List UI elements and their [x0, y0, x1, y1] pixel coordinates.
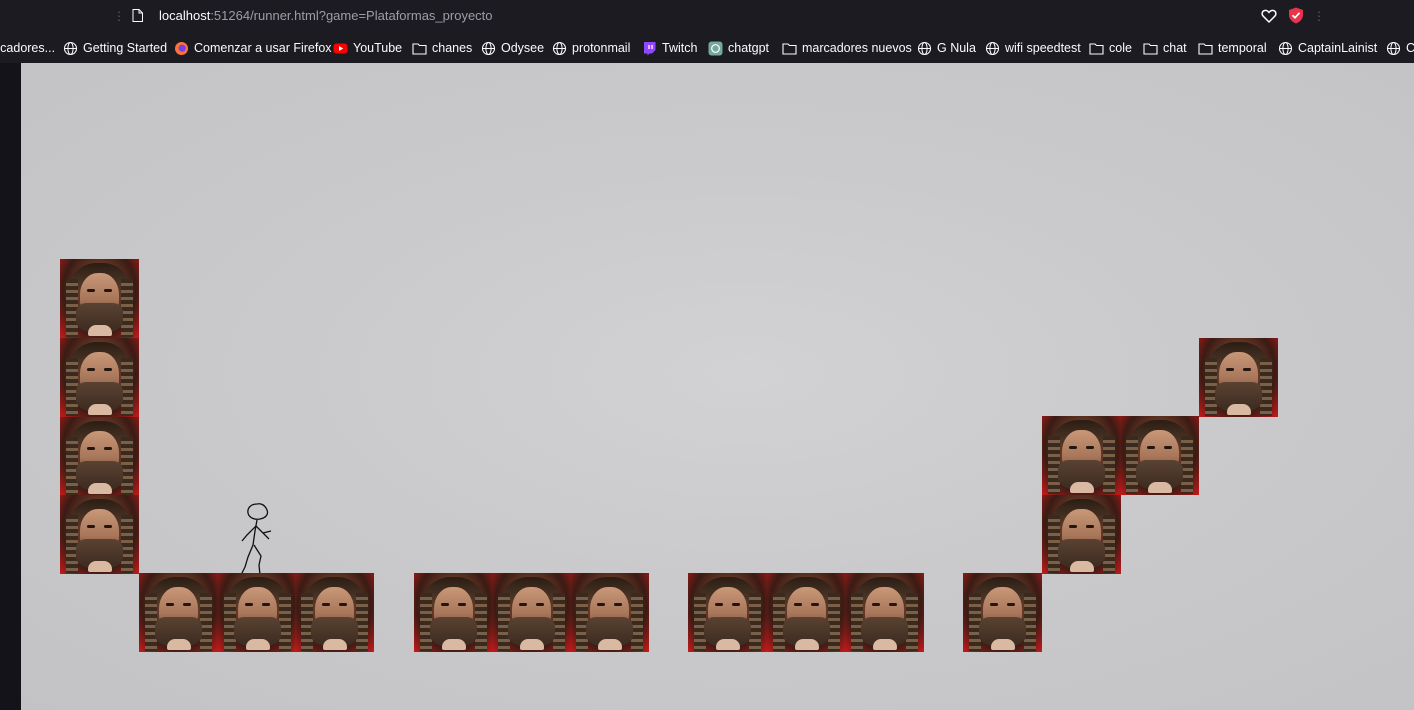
bookmarks-toolbar: rcadores... Getting Started Comenzar a usa… [0, 37, 1414, 59]
url-text[interactable]: localhost:51264/runner.html?game=Platafo… [159, 7, 493, 25]
bookmark-label: rcadores... [0, 41, 56, 55]
bookmark-label: Getting Started [83, 41, 168, 55]
bookmark-temporal[interactable]: temporal [1198, 37, 1267, 59]
bookmark-label: chanes [432, 41, 473, 55]
globe-icon [985, 41, 1000, 56]
globe-icon [63, 41, 78, 56]
more-icon[interactable]: ⋮ [1313, 8, 1325, 24]
platform-tile [414, 573, 493, 652]
url-path: :51264/runner.html?game=Plataformas_proy… [210, 8, 493, 23]
bookmark-label: C [1406, 41, 1414, 55]
platform-tile [1120, 416, 1199, 495]
bookmark-getting-started[interactable]: Getting Started [63, 37, 167, 59]
url-host: localhost [159, 8, 211, 23]
globe-icon [552, 41, 567, 56]
bookmark-marcadores-nuevos[interactable]: marcadores nuevos [782, 37, 912, 59]
chatgpt-icon [708, 41, 723, 56]
bookmark-wifi-speedtest[interactable]: wifi speedtest [985, 37, 1081, 59]
folder-icon [412, 41, 427, 56]
globe-icon [481, 41, 496, 56]
youtube-icon [333, 41, 348, 56]
bookmark-rcadores[interactable]: rcadores... [0, 37, 55, 59]
bookmark-chatgpt[interactable]: chatgpt [708, 37, 769, 59]
platform-tile [60, 495, 139, 574]
bookmark-g-nula[interactable]: G Nula [917, 37, 976, 59]
bookmark-label: wifi speedtest [1005, 41, 1081, 55]
folder-icon [1089, 41, 1104, 56]
game-canvas[interactable] [21, 63, 1414, 710]
platform-tile [295, 573, 374, 652]
bookmark-label: Twitch [662, 41, 698, 55]
address-bar[interactable]: ⋮ localhost:51264/runner.html?game=Plata… [0, 0, 1414, 33]
bookmark-label: CaptainLainist [1298, 41, 1378, 55]
platform-tile [570, 573, 649, 652]
globe-icon [1386, 41, 1401, 56]
bookmark-c[interactable]: C [1386, 37, 1414, 59]
platform-tile [492, 573, 571, 652]
bookmark-youtube[interactable]: YouTube [333, 37, 402, 59]
folder-icon [782, 41, 797, 56]
bookmark-label: protonmail [572, 41, 631, 55]
platform-tile [1199, 338, 1278, 417]
globe-icon [1278, 41, 1293, 56]
bookmark-twitch[interactable]: Twitch [642, 37, 697, 59]
drag-handle-icon: ⋮ [113, 9, 125, 23]
sidebar-edge [0, 63, 21, 710]
platform-tile [60, 417, 139, 496]
platform-tile [1042, 416, 1121, 495]
bookmark-cole[interactable]: cole [1089, 37, 1132, 59]
platform-tile [1042, 495, 1121, 574]
folder-icon [1198, 41, 1213, 56]
twitch-icon [642, 41, 657, 56]
bookmark-odysee[interactable]: Odysee [481, 37, 544, 59]
bookmark-label: temporal [1218, 41, 1267, 55]
bookmark-label: cole [1109, 41, 1132, 55]
heart-icon[interactable] [1261, 8, 1277, 24]
bookmark-captainlainist[interactable]: CaptainLainist [1278, 37, 1377, 59]
bookmark-comenzar-a-usar-firefox[interactable]: Comenzar a usar Firefox [174, 37, 332, 59]
platform-tile [845, 573, 924, 652]
platform-tile [60, 338, 139, 417]
page-icon [132, 9, 143, 22]
platform-tile [767, 573, 846, 652]
bookmark-chat[interactable]: chat [1143, 37, 1187, 59]
bookmark-label: G Nula [937, 41, 976, 55]
bookmark-label: marcadores nuevos [802, 41, 912, 55]
platform-tile [139, 573, 218, 652]
bookmark-label: Comenzar a usar Firefox [194, 41, 332, 55]
bookmark-label: Odysee [501, 41, 545, 55]
firefox-icon [174, 41, 189, 56]
platform-tile [218, 573, 297, 652]
bookmark-protonmail[interactable]: protonmail [552, 37, 630, 59]
browser-chrome: ⋮ localhost:51264/runner.html?game=Plata… [0, 0, 1414, 63]
globe-icon [917, 41, 932, 56]
folder-icon [1143, 41, 1158, 56]
platform-tile [60, 259, 139, 338]
platform-tile [688, 573, 767, 652]
shield-icon[interactable] [1288, 7, 1304, 24]
platform-tile [963, 573, 1042, 652]
bookmark-label: chatgpt [728, 41, 770, 55]
bookmark-chanes[interactable]: chanes [412, 37, 472, 59]
stick-figure-player [240, 503, 272, 576]
bookmark-label: chat [1163, 41, 1187, 55]
bookmark-label: YouTube [353, 41, 403, 55]
